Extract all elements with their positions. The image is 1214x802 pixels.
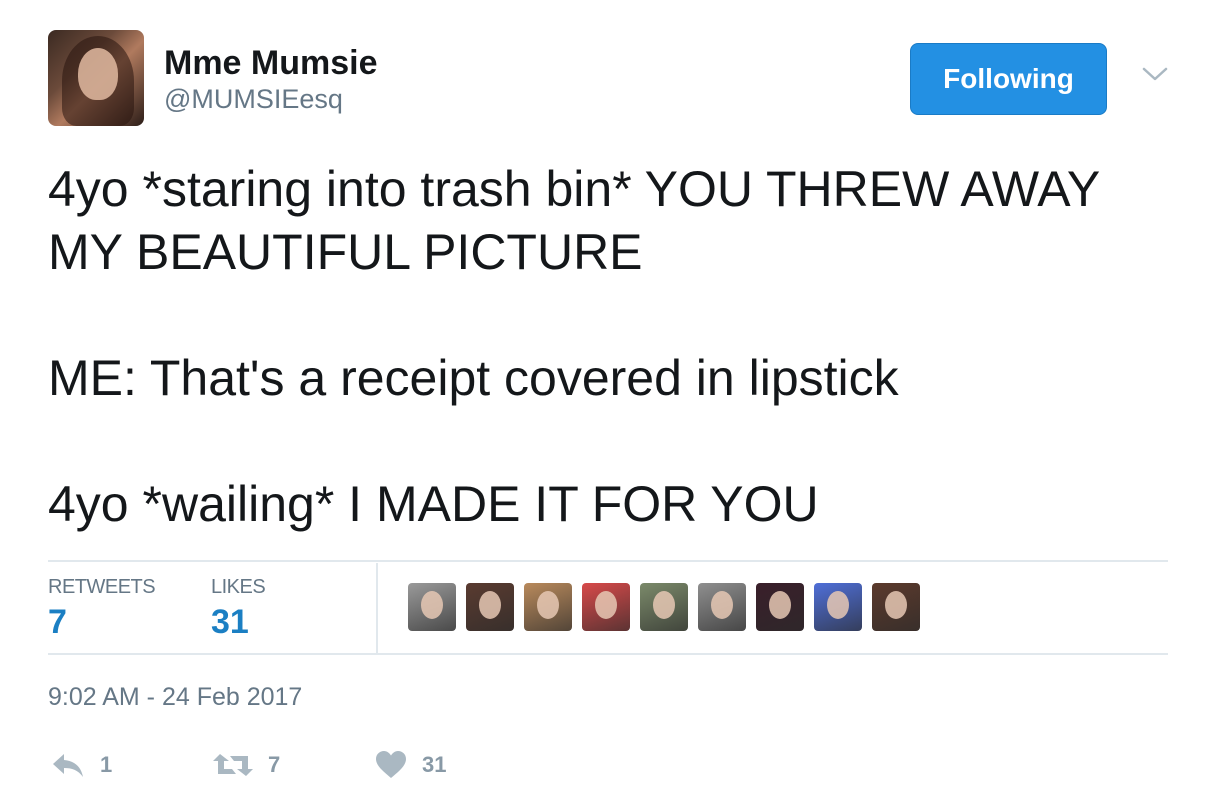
liker-avatar-face [595,591,617,619]
reply-icon[interactable] [50,750,86,780]
author-avatar[interactable] [48,30,144,126]
following-button[interactable]: Following [910,43,1107,115]
like-count: 31 [422,752,447,777]
liker-avatar[interactable] [756,583,804,631]
stats-vertical-divider [376,563,378,653]
liker-avatar-face [827,591,849,619]
heart-icon[interactable] [374,750,408,780]
retweets-label[interactable]: RETWEETS [48,576,156,599]
liker-avatar-face [885,591,907,619]
retweet-icon[interactable] [212,750,254,780]
like-action[interactable]: 31 [374,748,446,782]
liker-avatar-face [769,591,791,619]
reply-action[interactable]: 1 [50,748,112,782]
stats-bottom-divider [48,653,1168,655]
liker-avatar[interactable] [814,583,862,631]
likes-label[interactable]: LIKES [211,576,266,599]
liker-avatar-face [653,591,675,619]
liker-avatar[interactable] [640,583,688,631]
retweet-action[interactable]: 7 [212,748,280,782]
reply-count: 1 [100,752,113,777]
retweet-count: 7 [268,752,281,777]
author-display-name[interactable]: Mme Mumsie [164,44,378,83]
liker-avatar[interactable] [524,583,572,631]
liker-avatar[interactable] [582,583,630,631]
tweet-timestamp[interactable]: 9:02 AM - 24 Feb 2017 [48,683,302,712]
liker-avatar-face [711,591,733,619]
liker-avatar[interactable] [872,583,920,631]
liker-avatar[interactable] [698,583,746,631]
chevron-down-icon[interactable] [1140,62,1170,86]
author-handle[interactable]: @MUMSIEesq [164,84,343,115]
liker-avatars [408,583,920,631]
retweets-count[interactable]: 7 [48,603,67,642]
liker-avatar[interactable] [408,583,456,631]
avatar-face [78,48,118,100]
liker-avatar-face [537,591,559,619]
stats-top-divider [48,560,1168,562]
tweet-text: 4yo *staring into trash bin* YOU THREW A… [48,161,1100,532]
liker-avatar-face [479,591,501,619]
liker-avatar-face [421,591,443,619]
liker-avatar[interactable] [466,583,514,631]
likes-count[interactable]: 31 [211,603,249,642]
